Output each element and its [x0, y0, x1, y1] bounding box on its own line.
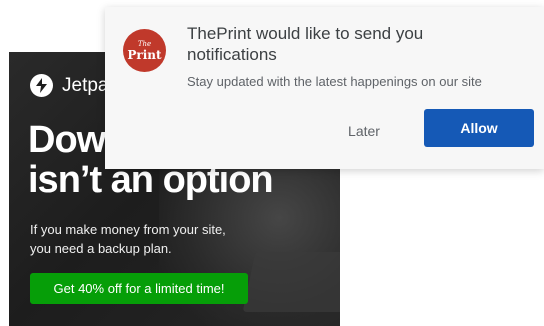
logo-text-big: Print: [127, 47, 162, 62]
ad-body-line-1: If you make money from your site,: [30, 222, 226, 237]
dialog-title: ThePrint would like to send you notifica…: [187, 24, 424, 64]
ad-body-line-2: you need a backup plan.: [30, 241, 172, 256]
ad-laptop-image: [242, 252, 340, 312]
lightning-bolt-icon: [30, 74, 53, 97]
ad-body-copy: If you make money from your site, you ne…: [30, 220, 270, 258]
allow-button[interactable]: Allow: [424, 109, 534, 147]
ad-cta-button[interactable]: Get 40% off for a limited time!: [30, 273, 248, 304]
theprint-logo: The Print: [123, 29, 166, 72]
logo-text-small: The: [137, 39, 152, 48]
dialog-subtitle: Stay updated with the latest happenings …: [187, 74, 482, 89]
later-button[interactable]: Later: [329, 114, 399, 148]
notification-permission-dialog: The Print ThePrint would like to send yo…: [105, 7, 544, 169]
